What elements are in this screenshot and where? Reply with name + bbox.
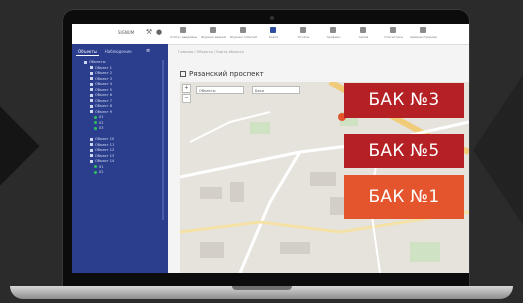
status-dot-icon	[94, 170, 97, 174]
nav-item-7[interactable]: Статистика	[380, 26, 407, 41]
page-title: Рязанский проспект	[180, 70, 264, 78]
object-icon	[90, 88, 93, 91]
status-dot-icon	[94, 126, 97, 130]
user-icon[interactable]: ●	[154, 27, 164, 37]
nav-item-label: Графики	[326, 35, 341, 39]
page-title-text: Рязанский проспект	[189, 70, 264, 78]
tree-item-label: Объект 11	[95, 142, 115, 147]
admin-icon	[420, 27, 426, 33]
object-icon	[90, 137, 93, 141]
object-icon	[90, 110, 93, 113]
tree-item-label: Объект 3	[95, 76, 113, 81]
nav-item-4[interactable]: Отчёты	[290, 26, 317, 41]
background-triangle-shape	[473, 60, 523, 240]
nav-item-6[interactable]: Архив	[350, 26, 377, 41]
object-icon	[90, 143, 93, 146]
map-icon	[270, 27, 276, 33]
events-icon	[240, 27, 246, 33]
tank-label-5[interactable]: БАК №5	[344, 134, 464, 168]
tree-item-label: Объект 6	[95, 93, 113, 97]
app-top-bar: SIGNUM ⚒ ● Статус аварийных Журнал аварий…	[72, 24, 469, 45]
tree-item-label: Объект 2	[95, 71, 113, 75]
object-icon	[90, 82, 93, 86]
nav-item-label: Архив	[358, 35, 369, 39]
nav-item-label: Журнал событий	[230, 35, 257, 39]
tree-item-label: 02	[99, 120, 104, 125]
sidebar-tabs: Объекты Наблюдение	[76, 48, 134, 56]
tree-item[interactable]: 02	[84, 170, 164, 176]
tree-item-label: Объект 1	[95, 65, 113, 70]
nav-item-1[interactable]: Журнал аварий	[200, 26, 227, 41]
tab-monitoring[interactable]: Наблюдение	[103, 48, 134, 56]
object-icon	[90, 154, 93, 157]
nav-item-2[interactable]: Журнал событий	[230, 26, 257, 41]
status-icon	[180, 27, 186, 33]
nav-item-5[interactable]: Графики	[320, 26, 347, 41]
sidebar-scrollbar[interactable]	[162, 60, 164, 220]
tree-item-label: Объект 5	[95, 87, 113, 92]
tree-item-label: Объект 7	[95, 98, 113, 103]
object-icon	[90, 159, 93, 163]
object-icon	[90, 77, 93, 80]
objects-select[interactable]: Объекты	[196, 86, 244, 94]
map-zoom-controls: + −	[182, 84, 191, 104]
breadcrumb: Главная / Объекты / Карта объекта	[178, 50, 244, 54]
laptop-base-notch	[232, 286, 292, 290]
journal-icon	[210, 27, 216, 33]
nav-item-label: Журнал аварий	[201, 35, 226, 39]
tree-item-label: 01	[99, 164, 104, 169]
object-icon	[90, 66, 93, 69]
menu-icon[interactable]: ≡	[146, 48, 150, 54]
archive-icon	[360, 27, 366, 33]
nav-item-0[interactable]: Статус аварийных	[170, 26, 197, 41]
object-icon	[84, 60, 87, 64]
tree-item-label: 03	[99, 126, 104, 130]
object-tree: Объекты Объект 1 Объект 2 Объект 3 Объект 4О…	[84, 60, 164, 176]
stats-icon	[390, 27, 396, 33]
tree-item-label: Объект 12	[95, 148, 115, 152]
user-name: SIGNUM	[118, 30, 135, 35]
tree-item-label: Объекты	[89, 60, 106, 64]
laptop-camera	[270, 16, 274, 20]
object-icon	[90, 148, 93, 152]
tree-item-label: Объект 4	[95, 82, 113, 86]
zoom-out-button[interactable]: −	[182, 94, 191, 103]
nav-item-label: Статус аварийных	[170, 35, 197, 39]
status-dot-icon	[94, 165, 97, 168]
nav-item-label: Статистика	[384, 35, 403, 39]
background-chevron-shape	[0, 106, 40, 186]
tree-item-label: Объект 8	[95, 104, 113, 108]
object-icon	[90, 104, 93, 108]
status-dot-icon	[94, 115, 97, 119]
reports-icon	[300, 27, 306, 33]
object-icon	[90, 71, 93, 75]
nav-item-3[interactable]: Карта	[260, 26, 287, 41]
tree-item-label: Объект 14	[95, 159, 115, 163]
wrench-icon[interactable]: ⚒	[144, 27, 154, 37]
tank-label-1[interactable]: БАК №1	[344, 175, 464, 219]
tree-item-label: Объект 10	[95, 137, 115, 141]
nav-item-label: Отчёты	[297, 35, 310, 39]
sidebar: Объекты Наблюдение ≡ Объекты Объект 1 Объе…	[72, 44, 168, 273]
main-nav: Статус аварийных Журнал аварий Журнал собы…	[170, 26, 437, 41]
tank-label-3[interactable]: БАК №3	[344, 83, 464, 118]
tanks-select[interactable]: Баки	[252, 86, 300, 94]
tree-item-label: 01	[99, 115, 104, 119]
status-dot-icon	[94, 121, 97, 124]
object-icon	[90, 93, 93, 97]
tree-item-label: Объект 13	[95, 153, 115, 158]
zoom-in-button[interactable]: +	[182, 84, 191, 93]
nav-item-8[interactable]: Администрирование	[410, 26, 437, 41]
charts-icon	[330, 27, 336, 33]
title-checkbox[interactable]	[180, 71, 186, 77]
object-icon	[90, 99, 93, 102]
tab-objects[interactable]: Объекты	[76, 48, 99, 56]
tree-item-label: Объект 9	[95, 109, 113, 114]
nav-item-label: Карта	[268, 35, 279, 39]
nav-item-label: Администрирование	[410, 35, 437, 39]
tree-item-label: 02	[99, 170, 104, 174]
